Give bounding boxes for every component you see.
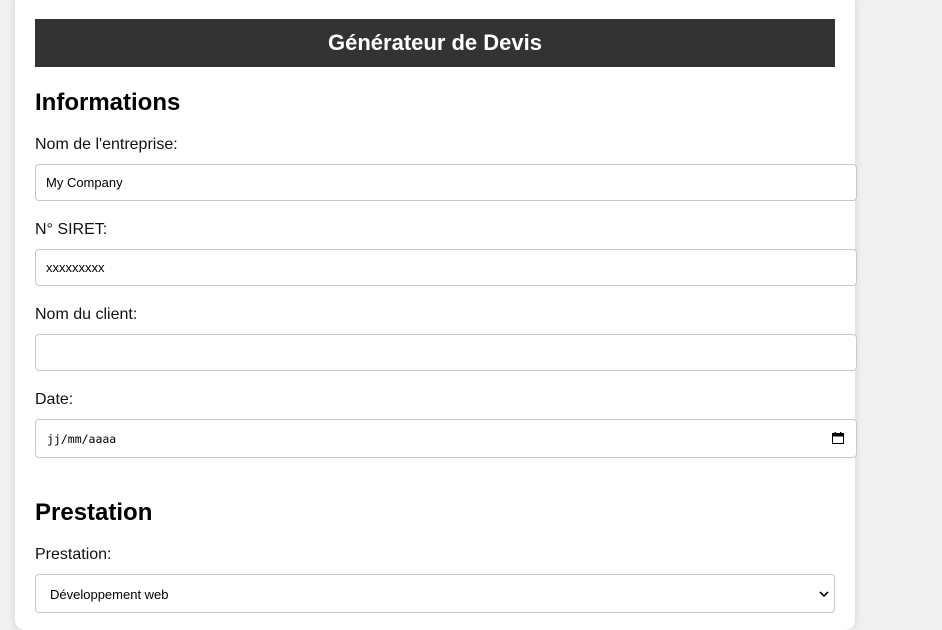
date-input[interactable]: jj/mm/aaaa (35, 419, 857, 458)
company-name-input[interactable] (35, 164, 857, 201)
chevron-down-icon (819, 591, 829, 598)
date-label: Date: (35, 391, 74, 408)
page-title: Générateur de Devis (328, 30, 542, 55)
calendar-icon[interactable] (832, 432, 844, 444)
page-header: Générateur de Devis (35, 19, 835, 67)
siret-label: N° SIRET: (35, 221, 108, 238)
section-title-prestation: Prestation (35, 499, 153, 526)
siret-input[interactable] (35, 249, 857, 286)
client-name-label: Nom du client: (35, 306, 138, 323)
date-input-value: jj/mm/aaaa (47, 432, 117, 446)
client-name-input[interactable] (35, 334, 857, 371)
prestation-select[interactable]: Développement web (35, 574, 835, 613)
prestation-label: Prestation: (35, 546, 112, 563)
company-name-label: Nom de l'entreprise: (35, 136, 178, 153)
section-title-informations: Informations (35, 89, 181, 116)
prestation-selected-value: Développement web (50, 587, 169, 602)
